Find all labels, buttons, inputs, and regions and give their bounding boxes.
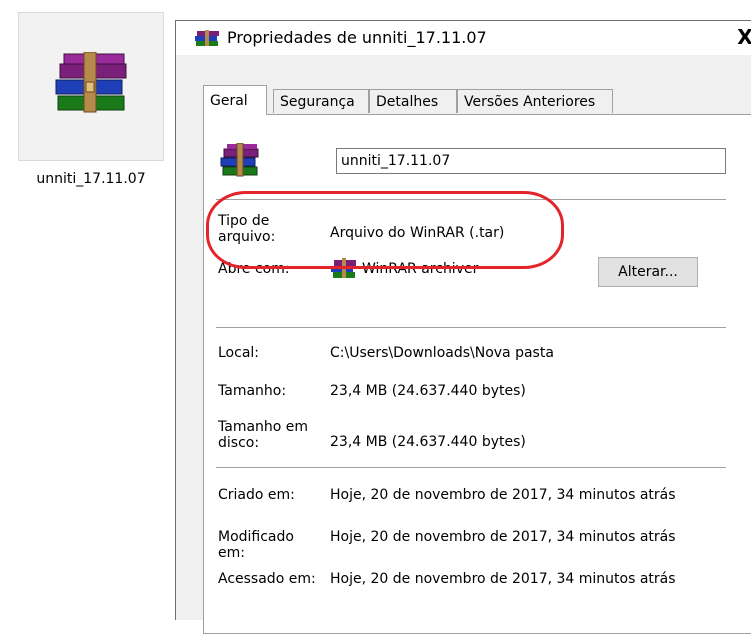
close-button[interactable]: X — [730, 23, 751, 51]
winrar-file-icon — [220, 143, 259, 177]
abre-com-label: Abre com: — [218, 261, 290, 277]
separator-highlight — [216, 328, 726, 329]
abre-com-value: WinRAR archiver — [362, 261, 479, 277]
separator-highlight — [216, 200, 726, 201]
properties-dialog: Propriedades de unniti_17.11.07 X Geral … — [175, 20, 751, 634]
tamanho-label: Tamanho: — [218, 383, 287, 399]
tab-versoes-anteriores[interactable]: Versões Anteriores — [457, 89, 613, 113]
acessado-value: Hoje, 20 de novembro de 2017, 34 minutos… — [330, 571, 676, 587]
alterar-button[interactable]: Alterar... — [598, 257, 698, 287]
modificado-value: Hoje, 20 de novembro de 2017, 34 minutos… — [330, 529, 676, 545]
dialog-title: Propriedades de unniti_17.11.07 — [227, 28, 487, 47]
tab-detalhes[interactable]: Detalhes — [369, 89, 457, 113]
local-label: Local: — [218, 345, 260, 361]
desktop-file-icon[interactable]: unniti_17.11.07 — [18, 12, 164, 188]
winrar-title-icon — [195, 30, 219, 46]
criado-label: Criado em: — [218, 487, 295, 503]
winrar-app-icon — [331, 258, 356, 278]
tamanho-value: 23,4 MB (24.637.440 bytes) — [330, 383, 526, 399]
local-value: C:\Users\Downloads\Nova pasta — [330, 345, 554, 361]
tab-geral[interactable]: Geral — [203, 85, 267, 115]
title-bar[interactable]: Propriedades de unniti_17.11.07 X — [176, 21, 751, 55]
tipo-value: Arquivo do WinRAR (.tar) — [330, 225, 505, 241]
acessado-label: Acessado em: — [218, 571, 316, 587]
desktop-file-name: unniti_17.11.07 — [36, 171, 146, 187]
criado-value: Hoje, 20 de novembro de 2017, 34 minutos… — [330, 487, 676, 503]
winrar-archive-icon — [55, 52, 127, 113]
modificado-label: Modificado em: — [218, 529, 294, 561]
tipo-label: Tipo de arquivo: — [218, 213, 276, 245]
separator-highlight — [216, 468, 726, 469]
tab-seguranca[interactable]: Segurança — [273, 89, 369, 113]
tamanho-disco-label: Tamanho em disco: — [218, 419, 309, 451]
filename-input[interactable] — [336, 148, 726, 174]
tamanho-disco-value: 23,4 MB (24.637.440 bytes) — [330, 434, 526, 450]
